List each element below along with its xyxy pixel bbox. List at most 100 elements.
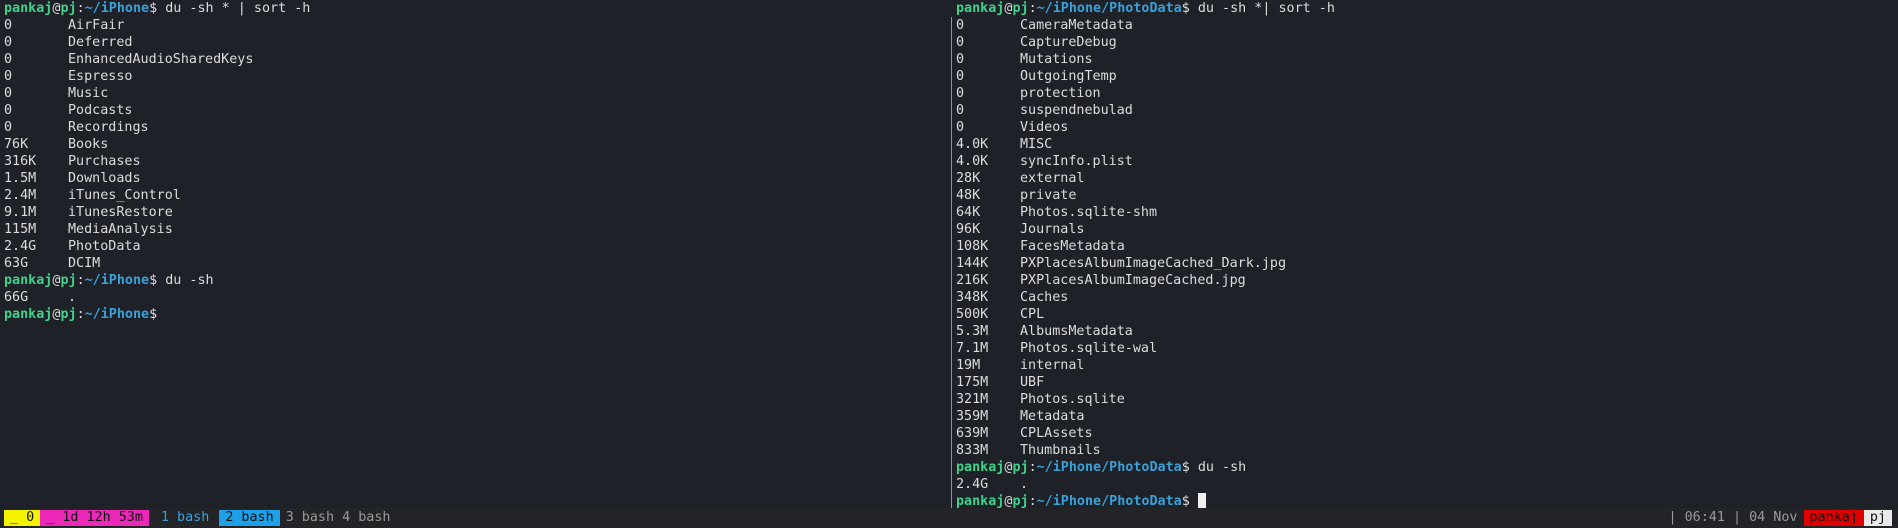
prompt-line: pankaj@pj:~/iPhone$ du -sh <box>4 272 952 289</box>
terminal-pane-left[interactable]: pankaj@pj:~/iPhone$ du -sh * | sort -h 0 A… <box>4 0 952 508</box>
size-value: 0 <box>4 86 13 101</box>
size-value: 500K <box>956 307 989 322</box>
prompt-line: pankaj@pj:~/iPhone/PhotoData$ <box>956 493 1898 508</box>
size-value: 66G <box>4 290 29 305</box>
output-row: 2.4G PhotoData <box>4 238 952 255</box>
output-row: 0 Videos <box>956 119 1898 136</box>
prompt-path: ~/iPhone/PhotoData <box>1036 1 1182 16</box>
size-value: 0 <box>4 18 13 33</box>
entry-name: Podcasts <box>68 103 133 118</box>
prompt-dollar: $ <box>1181 460 1190 475</box>
entry-name: AirFair <box>68 18 125 33</box>
output-row: 115M MediaAnalysis <box>4 221 952 238</box>
output-row: 63G DCIM <box>4 255 952 272</box>
output-row: 348K Caches <box>956 289 1898 306</box>
prompt-user: pankaj <box>956 460 1005 475</box>
output-row: 28K external <box>956 170 1898 187</box>
tmux-status-bar: _ 0 _ 1d 12h 53m 1 bash 2 bash 3 bash 4 … <box>0 508 1898 528</box>
prompt-sep: : <box>76 273 85 288</box>
output-row: 0 Podcasts <box>4 102 952 119</box>
output-row: 76K Books <box>4 136 952 153</box>
entry-name: CPLAssets <box>1020 426 1093 441</box>
entry-name: Videos <box>1020 120 1069 135</box>
entry-name: internal <box>1020 358 1085 373</box>
size-value: 1.5M <box>4 171 37 186</box>
size-value: 0 <box>956 35 965 50</box>
size-value: 96K <box>956 222 981 237</box>
status-user: pankaj <box>1803 510 1864 526</box>
output-row: 216K PXPlacesAlbumImageCached.jpg <box>956 272 1898 289</box>
output-row: 108K FacesMetadata <box>956 238 1898 255</box>
clock-date: | 06:41 | 04 Nov <box>1668 510 1798 525</box>
output-row: 0 AirFair <box>4 17 952 34</box>
output-row: 144K PXPlacesAlbumImageCached_Dark.jpg <box>956 255 1898 272</box>
size-value: 63G <box>4 256 29 271</box>
entry-name: FacesMetadata <box>1020 239 1125 254</box>
size-value: 76K <box>4 137 29 152</box>
session-indicator: _ 0 <box>4 510 41 526</box>
entry-name: Metadata <box>1020 409 1085 424</box>
terminal-pane-right[interactable]: pankaj@pj:~/iPhone/PhotoData$ du -sh *| … <box>956 0 1898 508</box>
output-row: 0 Recordings <box>4 119 952 136</box>
entry-name: CPL <box>1020 307 1045 322</box>
output-row: 64K Photos.sqlite-shm <box>956 204 1898 221</box>
output-row: 316K Purchases <box>4 153 952 170</box>
prompt-path: ~/iPhone <box>84 307 150 322</box>
entry-name: Downloads <box>68 171 141 186</box>
entry-name: Deferred <box>68 35 133 50</box>
size-value: 4.0K <box>956 137 989 152</box>
output-row: 0 EnhancedAudioSharedKeys <box>4 51 952 68</box>
entry-name: protection <box>1020 86 1101 101</box>
size-value: 9.1M <box>4 205 37 220</box>
entry-name: . <box>1020 477 1029 492</box>
command-text: du -sh * | sort -h <box>157 1 311 16</box>
entry-name: iTunes_Control <box>68 188 181 203</box>
entry-name: OutgoingTemp <box>1020 69 1117 84</box>
size-value: 108K <box>956 239 989 254</box>
output-row: 175M UBF <box>956 374 1898 391</box>
size-value: 0 <box>4 69 13 84</box>
size-value: 4.0K <box>956 154 989 169</box>
window-tab-1[interactable]: 1 bash <box>155 510 215 526</box>
prompt-user: pankaj <box>956 1 1005 16</box>
command-text: du -sh *| sort -h <box>1189 1 1335 16</box>
prompt-sep: : <box>76 307 85 322</box>
prompt-dollar: $ <box>1181 1 1190 16</box>
size-value: 2.4M <box>4 188 37 203</box>
window-tabs-other[interactable]: 3 bash 4 bash <box>280 510 397 526</box>
size-value: 0 <box>4 35 13 50</box>
output-row: 1.5M Downloads <box>4 170 952 187</box>
entry-name: Espresso <box>68 69 133 84</box>
size-value: 348K <box>956 290 989 305</box>
status-host: pj <box>1863 510 1892 526</box>
entry-name: Recordings <box>68 120 149 135</box>
entry-name: Photos.sqlite-shm <box>1020 205 1158 220</box>
pane-divider[interactable] <box>951 17 952 508</box>
size-value: 0 <box>956 52 965 67</box>
window-tab-2-active[interactable]: 2 bash <box>219 510 280 526</box>
size-value: 0 <box>4 52 13 67</box>
output-row: 0 CameraMetadata <box>956 17 1898 34</box>
size-value: 359M <box>956 409 989 424</box>
size-value: 144K <box>956 256 989 271</box>
entry-name: Photos.sqlite-wal <box>1020 341 1158 356</box>
entry-name: MediaAnalysis <box>68 222 173 237</box>
prompt-sep: : <box>1028 494 1037 508</box>
prompt-dollar: $ <box>149 307 158 322</box>
size-value: 7.1M <box>956 341 989 356</box>
size-value: 2.4G <box>956 477 989 492</box>
size-value: 321M <box>956 392 989 407</box>
prompt-path: ~/iPhone <box>84 273 150 288</box>
output-row: 0 Deferred <box>4 34 952 51</box>
entry-name: suspendnebulad <box>1020 103 1133 118</box>
output-row: 4.0K syncInfo.plist <box>956 153 1898 170</box>
entry-name: PXPlacesAlbumImageCached.jpg <box>1020 273 1246 288</box>
size-value: 2.4G <box>4 239 37 254</box>
entry-name: external <box>1020 171 1085 186</box>
prompt-path: ~/iPhone <box>84 1 150 16</box>
entry-name: PhotoData <box>68 239 141 254</box>
prompt-user: pankaj <box>956 494 1005 508</box>
entry-name: iTunesRestore <box>68 205 173 220</box>
entry-name: Photos.sqlite <box>1020 392 1125 407</box>
entry-name: Purchases <box>68 154 141 169</box>
